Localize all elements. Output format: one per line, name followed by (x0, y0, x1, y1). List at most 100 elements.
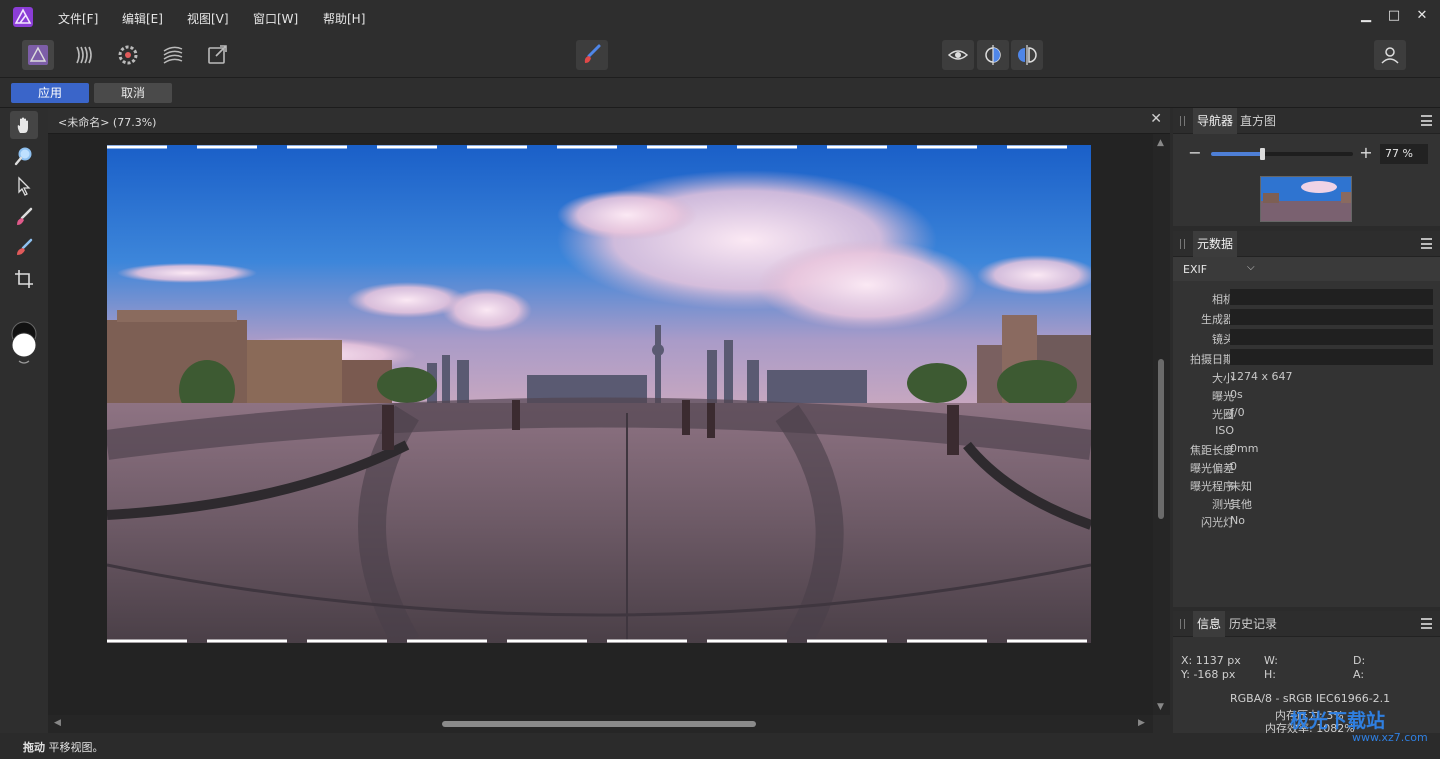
metadata-field-label: 拍摄日期 (1190, 353, 1234, 366)
scroll-down-icon[interactable]: ▼ (1157, 702, 1164, 712)
scroll-up-icon[interactable]: ▲ (1157, 138, 1164, 148)
metadata-value: 未知 (1230, 480, 1252, 493)
menu-help[interactable]: 帮助[H] (323, 10, 365, 27)
maximize-icon[interactable]: □ (1386, 8, 1402, 24)
brush-icon (17, 207, 33, 225)
metadata-key: 曝光偏差 (1190, 462, 1234, 475)
metadata-row: 曝光偏差 0 (1173, 458, 1440, 476)
preview-eye-icon (947, 50, 969, 60)
zoom-controls: − + 77 % (1173, 144, 1440, 164)
cursor-y: Y: -168 px (1181, 668, 1236, 681)
navigator-thumbnail[interactable] (1260, 176, 1352, 222)
split-view-button[interactable] (977, 40, 1009, 70)
panel-grip-icon[interactable] (1180, 116, 1185, 126)
date-taken-field[interactable] (1230, 349, 1433, 365)
metadata-value: No (1230, 514, 1245, 527)
panel-menu-icon[interactable] (1421, 115, 1432, 126)
tone-mapping-persona-button[interactable] (157, 40, 189, 70)
photo-persona-icon (28, 45, 48, 65)
canvas-area[interactable] (48, 134, 1153, 715)
hand-tool[interactable] (10, 111, 38, 139)
vertical-scrollbar[interactable]: ▲ ▼ (1153, 134, 1170, 715)
metadata-row: 测光 其他 (1173, 494, 1440, 512)
menu-file[interactable]: 文件[F] (58, 10, 98, 27)
metadata-value: 0mm (1230, 442, 1259, 455)
mirror-view-button[interactable] (1011, 40, 1043, 70)
panel-grip-icon[interactable] (1180, 619, 1185, 629)
document-close-button[interactable]: ✕ (1150, 111, 1162, 127)
horizontal-scrollbar[interactable]: ◀ ▶ (48, 715, 1153, 733)
distance: D: (1353, 654, 1366, 667)
scroll-right-icon[interactable]: ▶ (1138, 718, 1145, 728)
user-icon (1381, 47, 1399, 64)
color-swatches[interactable] (10, 320, 38, 368)
zoom-out-icon[interactable]: − (1188, 144, 1202, 164)
photo-persona-button[interactable] (22, 40, 54, 70)
panorama-image (107, 145, 1091, 643)
tools-panel (0, 108, 48, 733)
metadata-preset-dropdown[interactable]: EXIF ⌵ (1173, 257, 1440, 281)
pointer-tool[interactable] (10, 172, 38, 200)
document-tab[interactable]: <未命名> (77.3%) ✕ (48, 108, 1170, 134)
split-view-icon (985, 45, 1001, 65)
scroll-left-icon[interactable]: ◀ (54, 718, 61, 728)
tab-metadata[interactable]: 元数据 (1193, 231, 1238, 257)
close-icon[interactable]: ✕ (1414, 8, 1430, 24)
pointer-icon (18, 176, 31, 196)
zoom-in-icon[interactable]: + (1359, 144, 1373, 164)
metadata-field-row: 生成器 (1173, 309, 1440, 327)
develop-persona-button[interactable] (112, 40, 144, 70)
panel-menu-icon[interactable] (1421, 618, 1432, 629)
zoom-tool[interactable] (10, 142, 38, 170)
menu-edit[interactable]: 编辑[E] (122, 10, 163, 27)
metadata-field-row: 镜头 (1173, 329, 1440, 347)
zoom-slider-knob[interactable] (1260, 148, 1266, 160)
panel-menu-icon[interactable] (1421, 238, 1432, 249)
watermark-url: www.xz7.com (1352, 731, 1428, 744)
generator-field[interactable] (1230, 309, 1433, 325)
erase-brush-icon (17, 238, 33, 255)
brush-tool-button[interactable] (576, 40, 608, 70)
minimize-icon[interactable]: ▁ (1358, 8, 1374, 24)
watermark-text: 极光下载站 (1290, 710, 1386, 732)
zoom-slider[interactable] (1211, 148, 1353, 160)
develop-persona-icon (118, 45, 138, 65)
tab-info[interactable]: 信息 (1193, 611, 1226, 637)
tab-history[interactable]: 历史记录 (1225, 611, 1281, 637)
panel-grip-icon[interactable] (1180, 239, 1185, 249)
vertical-scroll-thumb[interactable] (1158, 359, 1164, 519)
chevron-down-icon: ⌵ (1247, 262, 1255, 273)
liquify-persona-icon (76, 46, 92, 64)
metadata-row: 大小 1274 x 647 (1173, 368, 1440, 386)
lens-field[interactable] (1230, 329, 1433, 345)
brush-tool[interactable] (10, 203, 38, 231)
export-persona-button[interactable] (202, 40, 234, 70)
angle: A: (1353, 668, 1365, 681)
menu-window[interactable]: 窗口[W] (253, 10, 298, 27)
tab-histogram[interactable]: 直方图 (1236, 108, 1280, 134)
account-button[interactable] (1374, 40, 1406, 70)
metadata-field-row: 拍摄日期 (1173, 349, 1440, 367)
metadata-field-row: 相机 (1173, 289, 1440, 307)
zoom-icon (14, 147, 32, 166)
selection-width: W: (1264, 654, 1278, 667)
tab-navigator[interactable]: 导航器 (1193, 108, 1238, 134)
erase-brush-tool[interactable] (10, 234, 38, 262)
mirror-view-icon (1018, 45, 1037, 65)
horizontal-scroll-thumb[interactable] (442, 721, 756, 727)
metadata-preset-value: EXIF (1183, 263, 1208, 276)
crop-tool[interactable] (10, 265, 38, 293)
preview-button[interactable] (942, 40, 974, 70)
crop-icon (15, 270, 33, 288)
status-message: 拖动 平移视图。 (23, 739, 104, 755)
apply-button[interactable]: 应用 (11, 83, 89, 103)
color-profile: RGBA/8 - sRGB IEC61966-2.1 (1230, 692, 1391, 705)
menu-view[interactable]: 视图[V] (187, 10, 229, 27)
liquify-persona-button[interactable] (67, 40, 99, 70)
metadata-key: 焦距长度 (1190, 444, 1234, 457)
metadata-row: 曝光 0s (1173, 386, 1440, 404)
status-bar: 拖动 平移视图。 (0, 733, 1440, 759)
zoom-value-field[interactable]: 77 % (1380, 144, 1428, 164)
camera-field[interactable] (1230, 289, 1433, 305)
cancel-button[interactable]: 取消 (94, 83, 172, 103)
